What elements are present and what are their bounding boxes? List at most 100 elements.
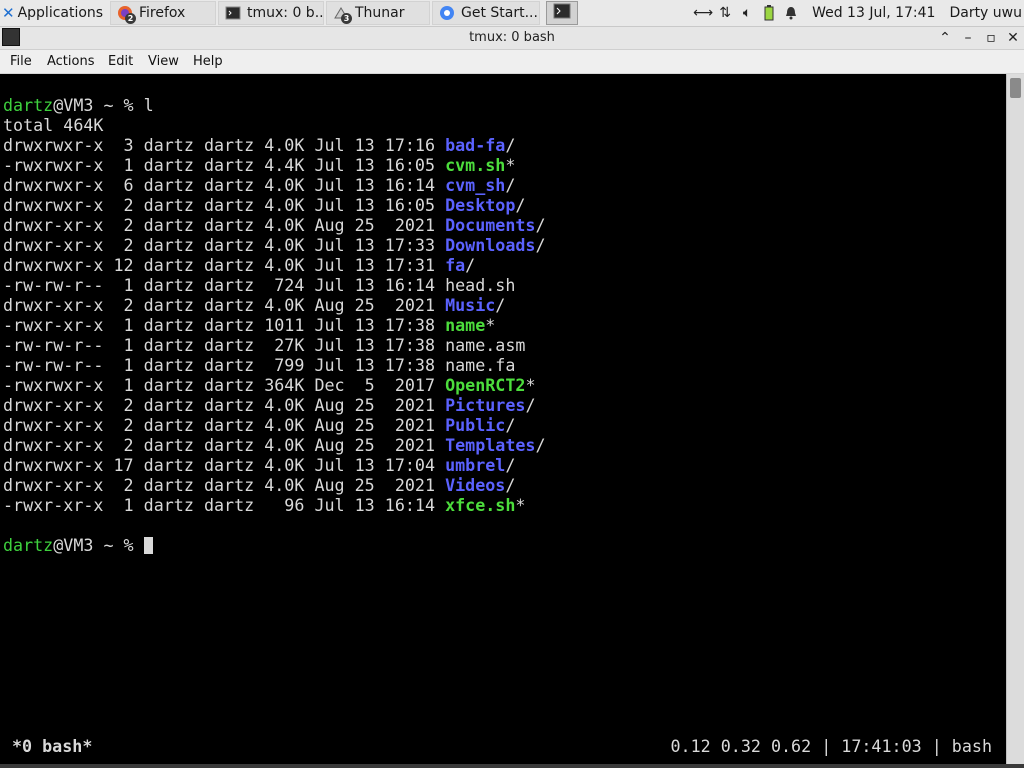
window-count-badge: 3 (341, 13, 352, 24)
entry-owner: dartz (143, 315, 194, 335)
entry-group: dartz (203, 475, 255, 495)
entry-links: 1 (113, 155, 134, 175)
prompt-host: @VM3 ~ % (53, 535, 144, 555)
entry-date: Jul 13 17:38 (314, 355, 436, 375)
entry-group: dartz (203, 175, 255, 195)
applications-label: Applications ☰ (17, 5, 108, 21)
entry-name: Videos (445, 475, 506, 495)
entry-group: dartz (203, 355, 255, 375)
entry-permissions: drwxr-xr-x (3, 415, 104, 435)
entry-owner: dartz (143, 295, 194, 315)
entry-name: Templates (445, 435, 536, 455)
taskbar-item-get-started[interactable]: Get Start... (432, 1, 540, 25)
battery-icon[interactable] (758, 0, 780, 26)
panel-clock[interactable]: Wed 13 Jul, 17:41 (812, 5, 935, 21)
entry-name: Music (445, 295, 496, 315)
entry-links: 12 (113, 255, 134, 275)
entry-date: Aug 25 2021 (314, 295, 436, 315)
menu-actions[interactable]: Actions (47, 50, 95, 73)
entry-type-suffix: * (485, 315, 496, 335)
taskbar-active-terminal[interactable] (546, 1, 578, 25)
close-button[interactable]: ✕ (1002, 27, 1024, 49)
list-item: -rwxr-xr-x 1 dartz dartz 96 Jul 13 16:14… (3, 495, 525, 515)
entry-owner: dartz (143, 235, 194, 255)
window-title: tmux: 0 bash (469, 30, 555, 45)
applications-menu-button[interactable]: ✕ Applications ☰ (2, 0, 108, 26)
scrollbar[interactable] (1006, 74, 1024, 764)
system-tray: ⟷ ⇅ 🔈︎ Wed 13 Jul, 17:41 Darty uwu (692, 0, 1024, 26)
list-item: drwxr-xr-x 2 dartz dartz 4.0K Jul 13 17:… (3, 235, 546, 255)
window-titlebar[interactable]: tmux: 0 bash ⌃ – ▫ ✕ (0, 27, 1024, 50)
entry-links: 1 (113, 495, 134, 515)
entry-group: dartz (203, 455, 255, 475)
taskbar-item-tmux[interactable]: tmux: 0 b... (218, 1, 324, 25)
entry-date: Jul 13 17:16 (314, 135, 436, 155)
entry-type-suffix: / (465, 255, 476, 275)
taskbar-item-firefox[interactable]: 2 Firefox (110, 1, 216, 25)
list-item: drwxrwxr-x 6 dartz dartz 4.0K Jul 13 16:… (3, 175, 515, 195)
entry-date: Jul 13 16:05 (314, 155, 436, 175)
entry-name: name.asm (445, 335, 526, 355)
entry-date: Jul 13 17:38 (314, 315, 436, 335)
list-item: drwxrwxr-x 2 dartz dartz 4.0K Jul 13 16:… (3, 195, 525, 215)
entry-owner: dartz (143, 155, 194, 175)
entry-owner: dartz (143, 135, 194, 155)
entry-type-suffix: / (515, 195, 526, 215)
entry-date: Jul 13 16:14 (314, 175, 436, 195)
folder-icon: 3 (333, 5, 352, 24)
entry-group: dartz (203, 295, 255, 315)
entry-date: Aug 25 2021 (314, 475, 436, 495)
entry-group: dartz (203, 395, 255, 415)
maximize-button[interactable]: ▫ (980, 27, 1002, 49)
entry-group: dartz (203, 415, 255, 435)
list-item: drwxr-xr-x 2 dartz dartz 4.0K Aug 25 202… (3, 435, 546, 455)
entry-date: Jul 13 16:14 (314, 275, 436, 295)
taskbar-item-label: Firefox (139, 5, 186, 21)
entry-permissions: -rwxrwxr-x (3, 155, 104, 175)
entry-owner: dartz (143, 495, 194, 515)
shade-button[interactable]: ⌃ (934, 27, 956, 49)
entry-owner: dartz (143, 215, 194, 235)
volume-icon[interactable]: 🔈︎ (736, 0, 758, 26)
scrollbar-thumb[interactable] (1010, 78, 1021, 98)
terminal-output[interactable]: dartz@VM3 ~ % l total 464K dartz@VM3 ~ %… (0, 74, 1006, 764)
entry-size: 27K (264, 335, 305, 355)
minimize-button[interactable]: – (957, 27, 979, 49)
entry-name: cvm.sh (445, 155, 506, 175)
entry-date: Jul 13 16:14 (314, 495, 436, 515)
terminal-cursor (143, 537, 153, 554)
panel-user-name[interactable]: Darty uwu (949, 5, 1022, 21)
entry-owner: dartz (143, 255, 194, 275)
prompt-user: dartz (3, 535, 54, 555)
menubar: File Actions Edit View Help (0, 50, 1024, 74)
taskbar-item-thunar[interactable]: 3 Thunar (326, 1, 430, 25)
entry-permissions: drwxrwxr-x (3, 455, 104, 475)
entry-links: 17 (113, 455, 134, 475)
entry-permissions: drwxr-xr-x (3, 475, 104, 495)
menu-view[interactable]: View (148, 50, 179, 73)
entry-type-suffix: / (505, 415, 516, 435)
menu-help[interactable]: Help (193, 50, 223, 73)
network-updown-icon[interactable]: ⇅ (714, 0, 736, 26)
notification-bell-icon[interactable] (780, 0, 802, 26)
entry-type-suffix: / (505, 455, 516, 475)
list-item: drwxr-xr-x 2 dartz dartz 4.0K Aug 25 202… (3, 395, 535, 415)
entry-type-suffix: / (525, 395, 536, 415)
total-line: total 464K (3, 115, 104, 135)
list-item: drwxrwxr-x 17 dartz dartz 4.0K Jul 13 17… (3, 455, 515, 475)
list-item: drwxr-xr-x 2 dartz dartz 4.0K Aug 25 202… (3, 295, 505, 315)
entry-owner: dartz (143, 195, 194, 215)
menu-edit[interactable]: Edit (108, 50, 133, 73)
entry-date: Aug 25 2021 (314, 435, 436, 455)
entry-name: bad-fa (445, 135, 506, 155)
tmux-window-list[interactable]: *0 bash* (12, 734, 92, 758)
entry-name: cvm_sh (445, 175, 506, 195)
network-arrows-icon[interactable]: ⟷ (692, 0, 714, 26)
taskbar-item-label: tmux: 0 b... (247, 5, 324, 21)
entry-owner: dartz (143, 275, 194, 295)
menu-file[interactable]: File (10, 50, 32, 73)
tmux-status-right: 0.12 0.32 0.62 | 17:41:03 | bash (670, 736, 993, 756)
entry-group: dartz (203, 495, 255, 515)
entry-size: 4.0K (264, 435, 305, 455)
entry-type-suffix: / (535, 435, 546, 455)
